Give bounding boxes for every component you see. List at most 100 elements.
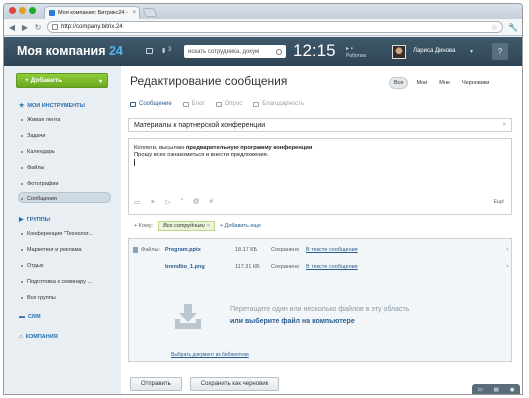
message-editor[interactable]: Коллеги, высылаю предварительную програм…: [128, 138, 512, 215]
tab-blog[interactable]: Блог: [182, 101, 205, 107]
from-library-link[interactable]: Выбрать документ из библиотеки: [171, 352, 249, 358]
sidebar-item-files[interactable]: Файлы: [21, 165, 44, 171]
filter-drafts[interactable]: Черновики: [458, 78, 493, 88]
page-title: Редактирование сообщения: [130, 74, 288, 88]
sidebar-item-live-feed[interactable]: Живая лента: [21, 117, 60, 123]
address-bar[interactable]: http://company.bitrix.24 ☆: [47, 21, 504, 33]
section-groups[interactable]: ▶ ГРУППЫ: [19, 216, 50, 224]
link-icon[interactable]: ⚭: [150, 198, 155, 206]
file-name[interactable]: Program.pptx: [165, 247, 235, 253]
file-row: Файлы: Program.pptx 18.17 КБ Сохранено В…: [133, 244, 509, 256]
add-recipient-link[interactable]: + Добавить еще: [220, 223, 261, 229]
back-icon[interactable]: ◀: [8, 23, 16, 32]
bullet-icon: [21, 198, 23, 200]
file-icon[interactable]: ▭: [134, 198, 140, 206]
left-sidebar: + Добавить ▾ ★ МОИ ИНСТРУМЕНТЫ Живая лента…: [4, 66, 121, 394]
filter-all[interactable]: Все: [389, 77, 409, 89]
chat-icon[interactable]: ▭: [477, 387, 482, 393]
section-my-tools[interactable]: ★ МОИ ИНСТРУМЕНТЫ: [19, 102, 85, 110]
form-actions: Отправить Сохранить как черновик: [130, 377, 280, 391]
work-status-text: Работаю: [346, 53, 367, 59]
sidebar-item-group[interactable]: Маркетинг и реклама: [21, 247, 82, 253]
header-search-input[interactable]: искать сотрудника, докум: [184, 45, 286, 58]
sidebar-item-group[interactable]: Подготовка к семинару ...: [21, 279, 92, 285]
poll-icon: [215, 101, 222, 107]
remove-file-icon[interactable]: ×: [506, 264, 509, 270]
user-menu-chevron-down-icon[interactable]: ▾: [470, 48, 473, 55]
sidebar-item-group[interactable]: Конференция "Технолог...: [21, 231, 93, 237]
attachment-icon: [133, 247, 138, 253]
add-button[interactable]: + Добавить ▾: [16, 73, 108, 88]
video-icon[interactable]: ▷: [166, 198, 171, 206]
tab-close-icon[interactable]: ×: [132, 10, 136, 16]
sidebar-item-label: Календарь: [27, 149, 55, 155]
remove-file-icon[interactable]: ×: [506, 247, 509, 253]
subject-input[interactable]: Материалы к партнерской конференции ×: [128, 118, 512, 132]
sidebar-item-tasks[interactable]: Задачи: [21, 133, 45, 139]
tab-message[interactable]: Сообщение: [130, 101, 172, 107]
url-text: http://company.bitrix.24: [61, 24, 123, 30]
sidebar-item-photos[interactable]: Фотографии: [21, 181, 58, 187]
groups-icon: ▶: [19, 217, 24, 223]
clear-subject-icon[interactable]: ×: [502, 122, 506, 128]
sidebar-item-label: Конференция "Технолог...: [27, 231, 93, 237]
page-icon: [52, 24, 58, 30]
tab-poll[interactable]: Опрос: [215, 101, 242, 107]
mention-icon[interactable]: @: [193, 198, 200, 206]
save-draft-button[interactable]: Сохранить как черновик: [189, 377, 280, 391]
recipient-chip[interactable]: Все сотрудники ×: [158, 221, 215, 231]
subject-value: Материалы к партнерской конференции: [134, 121, 266, 129]
file-name[interactable]: brendbo_1.png: [165, 264, 235, 270]
sidebar-item-messages[interactable]: Сообщения: [21, 196, 57, 202]
user-name[interactable]: Лариса Динова: [413, 48, 456, 54]
search-icon[interactable]: [276, 48, 282, 55]
remove-recipient-icon[interactable]: ×: [207, 223, 210, 229]
file-status: Сохранено: [271, 264, 300, 270]
logo-number: 24: [108, 44, 123, 58]
bullet-icon: [21, 265, 23, 267]
editor-bold-text: предварительную программу конференции: [185, 145, 313, 151]
sidebar-item-calendar[interactable]: Календарь: [21, 149, 55, 155]
section-crm[interactable]: ▬ CRM: [19, 314, 41, 320]
section-company[interactable]: ⌂ КОМПАНИЯ: [19, 334, 58, 340]
wrench-menu-icon[interactable]: 🔧: [508, 23, 518, 32]
browser-tab[interactable]: Моя компания: Битрикс24 - ×: [44, 6, 140, 19]
file-size: 117.31 КБ: [235, 264, 260, 270]
bookmark-star-icon[interactable]: ☆: [491, 23, 498, 32]
minimize-window-button[interactable]: [19, 7, 26, 14]
reload-icon[interactable]: ↻: [34, 23, 42, 32]
section-label: МОИ ИНСТРУМЕНТЫ: [27, 102, 85, 109]
recipients-label: + Кому:: [134, 223, 154, 229]
avatar[interactable]: [392, 45, 406, 59]
sidebar-item-group[interactable]: Отдых: [21, 263, 44, 269]
filter-mine[interactable]: Мои: [412, 78, 431, 88]
messages-icon[interactable]: [146, 48, 153, 54]
tag-icon[interactable]: #: [210, 198, 214, 206]
counter-icon[interactable]: ◉: [510, 387, 515, 393]
work-day-widget[interactable]: ▸ ▪ Работаю: [346, 45, 382, 59]
editor-text: Коллеги, высылаю: [134, 145, 186, 151]
portal-logo[interactable]: Моя компания 24: [17, 44, 123, 58]
close-window-button[interactable]: [9, 7, 16, 14]
choose-file-link[interactable]: или выберите файл на компьютере: [230, 318, 355, 325]
bullet-icon: [21, 183, 23, 185]
new-tab-button[interactable]: [142, 8, 158, 17]
help-button[interactable]: ?: [492, 43, 508, 60]
send-button[interactable]: Отправить: [130, 377, 182, 391]
recipients-row: + Кому: Все сотрудники × + Добавить еще: [128, 219, 512, 233]
filter-to-me[interactable]: Мне: [435, 78, 454, 88]
file-place-link[interactable]: В тексте сообщения: [306, 247, 506, 253]
quote-icon[interactable]: ": [181, 198, 183, 206]
chat-widget[interactable]: ▭ ▤ ◉: [472, 384, 520, 394]
add-chevron-down-icon[interactable]: ▾: [99, 78, 102, 85]
clock[interactable]: 12:15: [293, 41, 336, 61]
sidebar-item-all-groups[interactable]: Все группы: [21, 295, 56, 301]
notifications-icon[interactable]: ▮: [162, 47, 165, 54]
forward-icon[interactable]: ▶: [21, 23, 29, 32]
file-place-link[interactable]: В тексте сообщения: [306, 264, 506, 270]
notification-icon[interactable]: ▤: [494, 387, 499, 393]
editor-more-button[interactable]: Ещё: [494, 199, 504, 205]
zoom-window-button[interactable]: [29, 7, 36, 14]
bullet-icon: [21, 167, 23, 169]
tab-thanks[interactable]: Благодарность: [253, 101, 304, 107]
